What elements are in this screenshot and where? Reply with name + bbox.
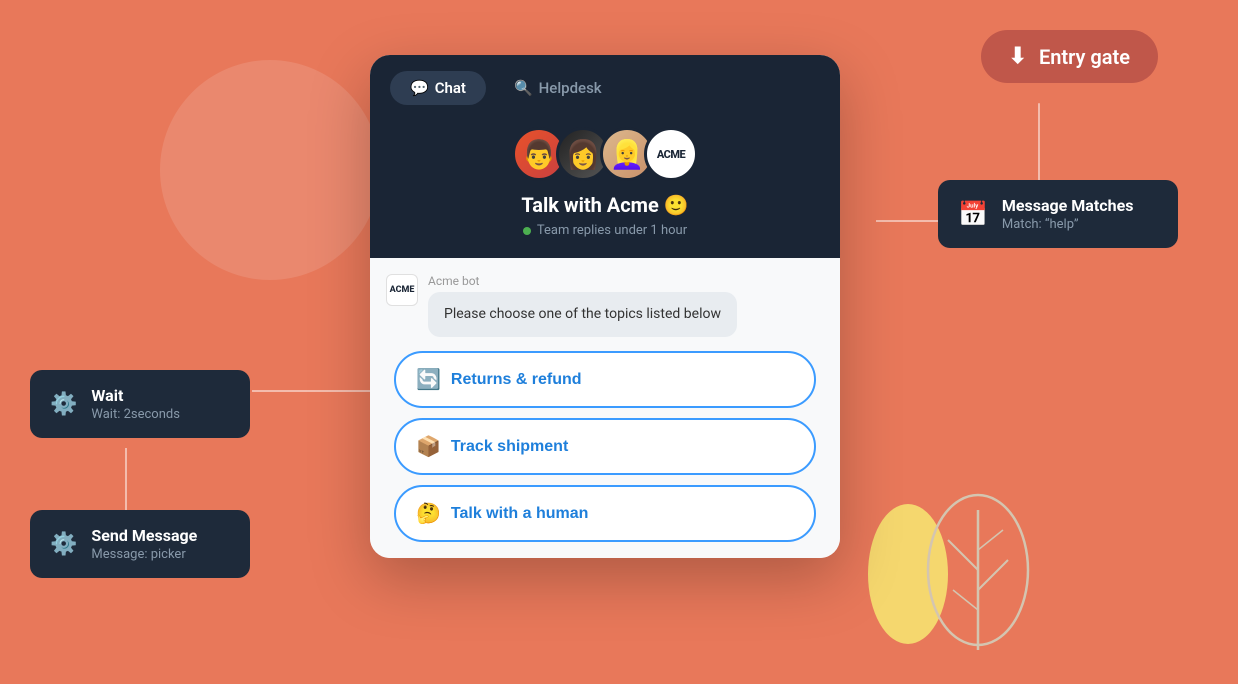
bot-name: Acme bot — [428, 274, 737, 288]
tree-branch-decoration — [918, 490, 1038, 654]
connector-line-wait-chat — [252, 390, 372, 392]
message-matches-title: Message Matches — [1002, 196, 1134, 215]
entry-gate-button[interactable]: ⬇ Entry gate — [981, 30, 1158, 83]
human-icon: 🤔 — [416, 501, 441, 526]
connector-line-matches-chat — [876, 220, 938, 222]
send-message-card: ⚙️ Send Message Message: picker — [30, 510, 250, 578]
chat-body: ACME Acme bot Please choose one of the t… — [370, 258, 840, 558]
chat-header: 💬 Chat 🔍 Helpdesk 👨 👩 👱‍♀️ ACME — [370, 55, 840, 258]
chat-status: Team replies under 1 hour — [370, 223, 840, 238]
send-message-subtitle: Message: picker — [91, 547, 197, 562]
chat-tab-icon: 💬 — [410, 79, 429, 97]
bot-message-row: ACME Acme bot Please choose one of the t… — [386, 274, 824, 337]
acme-logo-text: ACME — [657, 148, 685, 161]
avatar-group: 👨 👩 👱‍♀️ ACME — [370, 127, 840, 181]
helpdesk-tab-icon: 🔍 — [514, 79, 533, 97]
status-dot — [523, 227, 531, 235]
option-buttons: 🔄 Returns & refund 📦 Track shipment 🤔 Ta… — [386, 351, 824, 542]
message-matches-subtitle: Match: “help” — [1002, 217, 1134, 232]
bot-message-content: Acme bot Please choose one of the topics… — [428, 274, 737, 337]
helpdesk-tab-label: Helpdesk — [539, 79, 602, 97]
connector-line-wait-send — [125, 448, 127, 513]
gear-icon-wait: ⚙️ — [50, 392, 77, 417]
option-track-shipment[interactable]: 📦 Track shipment — [394, 418, 816, 475]
option-talk-human[interactable]: 🤔 Talk with a human — [394, 485, 816, 542]
send-message-content: Send Message Message: picker — [91, 526, 197, 562]
tab-helpdesk[interactable]: 🔍 Helpdesk — [494, 71, 622, 105]
option-returns-refund[interactable]: 🔄 Returns & refund — [394, 351, 816, 408]
calendar-icon: 📅 — [958, 200, 988, 228]
shipment-label: Track shipment — [451, 438, 568, 456]
wait-card-content: Wait Wait: 2seconds — [91, 386, 180, 422]
send-message-title: Send Message — [91, 526, 197, 545]
background-circle — [160, 60, 380, 280]
shipment-icon: 📦 — [416, 434, 441, 459]
bot-avatar-text: ACME — [390, 285, 415, 295]
message-matches-content: Message Matches Match: “help” — [1002, 196, 1134, 232]
chat-title: Talk with Acme 🙂 — [370, 193, 840, 217]
download-icon: ⬇ — [1009, 44, 1027, 69]
human-label: Talk with a human — [451, 505, 589, 523]
tab-chat[interactable]: 💬 Chat — [390, 71, 486, 105]
status-text: Team replies under 1 hour — [537, 223, 687, 238]
message-matches-card: 📅 Message Matches Match: “help” — [938, 180, 1178, 248]
tab-bar: 💬 Chat 🔍 Helpdesk — [370, 55, 840, 117]
connector-line-entry-matches — [1038, 103, 1040, 183]
chat-tab-label: Chat — [435, 79, 466, 97]
entry-gate-label: Entry gate — [1039, 45, 1130, 69]
bot-bubble: Please choose one of the topics listed b… — [428, 292, 737, 337]
returns-icon: 🔄 — [416, 367, 441, 392]
chat-widget: 💬 Chat 🔍 Helpdesk 👨 👩 👱‍♀️ ACME — [370, 55, 840, 558]
wait-title: Wait — [91, 386, 180, 405]
gear-icon-send: ⚙️ — [50, 532, 77, 557]
wait-card: ⚙️ Wait Wait: 2seconds — [30, 370, 250, 438]
avatar-acme: ACME — [644, 127, 698, 181]
returns-label: Returns & refund — [451, 371, 582, 389]
wait-subtitle: Wait: 2seconds — [91, 407, 180, 422]
tree-svg — [918, 490, 1038, 650]
bot-avatar: ACME — [386, 274, 418, 306]
